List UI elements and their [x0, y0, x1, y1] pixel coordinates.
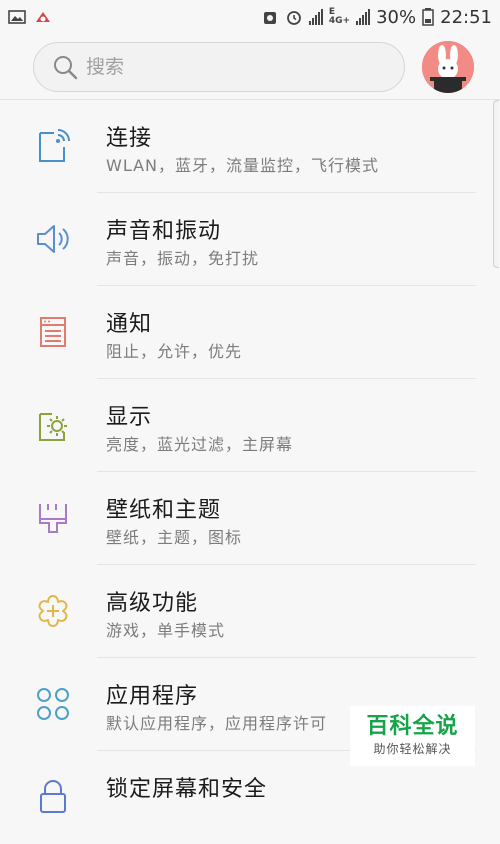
paintbrush-icon — [39, 504, 67, 533]
watermark-logo: 百科全说 助你轻松解决 — [350, 706, 475, 766]
item-title: 应用程序 — [106, 684, 199, 709]
item-subtitle: 默认应用程序，应用程序许可 — [106, 714, 328, 733]
item-subtitle: WLAN，蓝牙，流量监控，飞行模式 — [106, 156, 380, 175]
search-icon — [54, 56, 78, 80]
avatar[interactable] — [422, 41, 474, 93]
scrollbar[interactable] — [493, 100, 499, 268]
signal-strength-icon-2 — [356, 9, 371, 25]
settings-item-connections[interactable]: 连接 WLAN，蓝牙，流量监控，飞行模式 — [0, 100, 500, 193]
notification-icon — [40, 317, 66, 347]
bunny-avatar-icon — [422, 41, 474, 93]
speaker-icon — [37, 225, 69, 253]
signal-strength-icon — [308, 9, 323, 25]
item-title: 声音和振动 — [106, 219, 222, 244]
clock: 22:51 — [440, 6, 492, 28]
settings-header — [0, 34, 500, 100]
item-subtitle: 壁纸，主题，图标 — [106, 528, 243, 547]
alarm-icon — [287, 11, 301, 25]
connections-icon — [39, 129, 70, 162]
item-subtitle: 亮度，蓝光过滤，主屏幕 — [106, 435, 294, 454]
watermark-subtitle: 助你轻松解决 — [373, 742, 452, 756]
network-type-label: E 4G+ — [328, 7, 351, 26]
advanced-features-icon — [38, 595, 68, 627]
app-notification-icon — [36, 12, 50, 22]
battery-icon — [422, 8, 434, 26]
lock-icon — [40, 780, 66, 813]
recycle-icon — [263, 12, 276, 24]
watermark-title: 百科全说 — [366, 714, 459, 739]
settings-item-display[interactable]: 显示 亮度，蓝光过滤，主屏幕 — [0, 379, 500, 472]
item-title: 连接 — [106, 126, 153, 151]
settings-item-wallpaper[interactable]: 壁纸和主题 壁纸，主题，图标 — [0, 472, 500, 565]
settings-item-advanced[interactable]: 高级功能 游戏，单手模式 — [0, 565, 500, 658]
status-bar: E 4G+ 30% 22:51 — [0, 0, 500, 34]
item-subtitle: 阻止，允许，优先 — [106, 342, 243, 361]
settings-item-notifications[interactable]: 通知 阻止，允许，优先 — [0, 286, 500, 379]
display-icon — [39, 413, 67, 441]
item-title: 壁纸和主题 — [106, 498, 222, 523]
item-subtitle: 游戏，单手模式 — [106, 621, 226, 640]
item-title: 通知 — [106, 312, 153, 337]
gallery-notification-icon — [8, 10, 26, 24]
search-bar[interactable] — [33, 42, 405, 92]
item-title: 高级功能 — [106, 591, 199, 616]
item-title: 显示 — [106, 405, 153, 430]
apps-icon — [37, 688, 69, 720]
item-title: 锁定屏幕和安全 — [106, 777, 268, 802]
item-subtitle: 声音，振动，免打扰 — [106, 249, 260, 268]
search-input[interactable] — [86, 56, 366, 78]
battery-percent: 30% — [376, 6, 417, 28]
settings-item-sound[interactable]: 声音和振动 声音，振动，免打扰 — [0, 193, 500, 286]
